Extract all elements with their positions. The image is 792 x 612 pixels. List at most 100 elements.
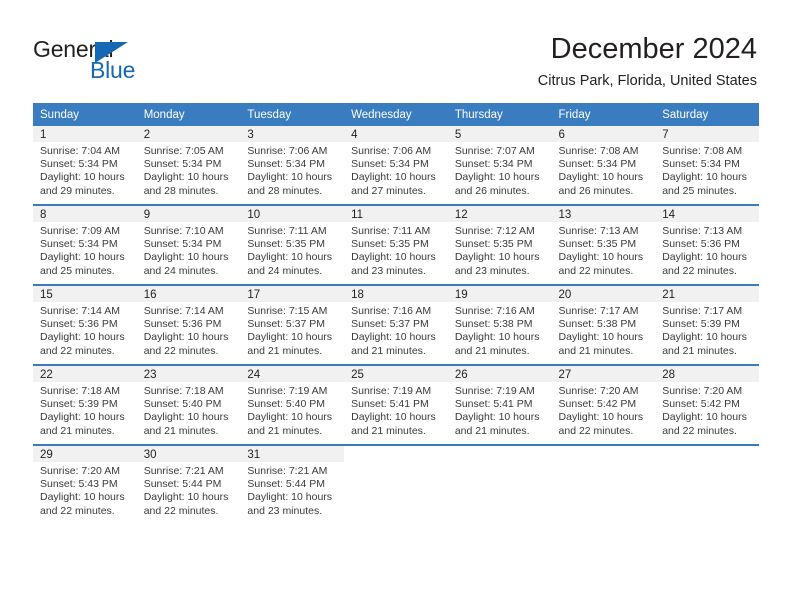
calendar-day-cell[interactable]: 17 Sunrise: 7:15 AM Sunset: 5:37 PM Dayligh…	[240, 284, 345, 365]
daylight-text: Daylight: 10 hours and 28 minutes.	[143, 171, 229, 197]
day-cell-inner: 24 Sunrise: 7:19 AM Sunset: 5:40 PM Dayligh…	[240, 366, 345, 444]
day-number: 12	[447, 206, 552, 222]
calendar-day-cell[interactable]: 4 Sunrise: 7:06 AM Sunset: 5:34 PM Daylight…	[344, 126, 448, 205]
sunset-text: Sunset: 5:39 PM	[662, 318, 740, 331]
day-cell-details: Sunrise: 7:11 AM Sunset: 5:35 PM Daylight:…	[344, 222, 448, 278]
calendar-day-cell[interactable]: 30 Sunrise: 7:21 AM Sunset: 5:44 PM Dayligh…	[136, 444, 241, 524]
calendar-day-cell[interactable]: 2 Sunrise: 7:05 AM Sunset: 5:34 PM Daylight…	[136, 126, 241, 205]
calendar-day-cell[interactable]: 19 Sunrise: 7:16 AM Sunset: 5:38 PM Dayligh…	[447, 284, 552, 365]
logo-text-blue: Blue	[90, 57, 136, 83]
calendar-day-cell[interactable]: 5 Sunrise: 7:07 AM Sunset: 5:34 PM Daylight…	[447, 126, 552, 205]
sunrise-text: Sunrise: 7:18 AM	[40, 385, 120, 397]
calendar-day-cell[interactable]: 23 Sunrise: 7:18 AM Sunset: 5:40 PM Dayligh…	[136, 364, 241, 445]
calendar-day-cell[interactable]: 15 Sunrise: 7:14 AM Sunset: 5:36 PM Dayligh…	[33, 284, 137, 365]
calendar-day-cell[interactable]: 11 Sunrise: 7:11 AM Sunset: 5:35 PM Dayligh…	[344, 204, 448, 285]
day-cell-inner: 20 Sunrise: 7:17 AM Sunset: 5:38 PM Dayligh…	[551, 286, 656, 364]
calendar-week-row: 29 Sunrise: 7:20 AM Sunset: 5:43 PM Dayligh…	[33, 444, 759, 524]
day-number: 30	[136, 446, 241, 462]
daylight-text: Daylight: 10 hours and 23 minutes.	[454, 251, 540, 277]
sunset-text: Sunset: 5:34 PM	[351, 158, 429, 171]
sunrise-text: Sunrise: 7:14 AM	[40, 305, 120, 317]
daylight-text: Daylight: 10 hours and 21 minutes.	[143, 411, 229, 437]
sunrise-text: Sunrise: 7:17 AM	[662, 305, 743, 317]
day-cell-inner: 18 Sunrise: 7:16 AM Sunset: 5:37 PM Dayligh…	[344, 286, 448, 364]
calendar-day-cell[interactable]: 16 Sunrise: 7:14 AM Sunset: 5:36 PM Dayligh…	[136, 284, 241, 365]
daylight-text: Daylight: 10 hours and 28 minutes.	[247, 171, 333, 197]
sunset-text: Sunset: 5:38 PM	[558, 318, 637, 331]
calendar-day-cell[interactable]: 26 Sunrise: 7:19 AM Sunset: 5:41 PM Dayligh…	[447, 364, 552, 445]
day-number: 31	[240, 446, 345, 462]
day-number: 26	[447, 366, 552, 382]
calendar-header-row: Sunday Monday Tuesday Wednesday Thursday…	[33, 103, 759, 126]
day-number: 9	[136, 206, 241, 222]
calendar-day-cell[interactable]: 25 Sunrise: 7:19 AM Sunset: 5:41 PM Dayligh…	[344, 364, 448, 445]
daylight-text: Daylight: 10 hours and 29 minutes.	[40, 171, 125, 197]
calendar-day-cell[interactable]: 21 Sunrise: 7:17 AM Sunset: 5:39 PM Dayligh…	[655, 284, 759, 365]
day-number: 7	[655, 126, 759, 142]
weekday-header-saturday: Saturday	[655, 103, 759, 126]
general-blue-logo[interactable]: General Blue	[33, 36, 163, 88]
calendar-day-cell[interactable]: 28 Sunrise: 7:20 AM Sunset: 5:42 PM Dayligh…	[655, 364, 759, 445]
daylight-text: Daylight: 10 hours and 23 minutes.	[351, 251, 436, 277]
day-cell-inner: 8 Sunrise: 7:09 AM Sunset: 5:34 PM Daylight…	[33, 206, 137, 284]
calendar-empty-cell	[447, 444, 552, 524]
day-cell-details: Sunrise: 7:21 AM Sunset: 5:44 PM Daylight:…	[240, 462, 344, 518]
day-cell-inner: 16 Sunrise: 7:14 AM Sunset: 5:36 PM Dayligh…	[136, 286, 241, 364]
day-cell-details: Sunrise: 7:11 AM Sunset: 5:35 PM Daylight:…	[240, 222, 344, 278]
day-number	[344, 446, 448, 462]
day-cell-inner: 3 Sunrise: 7:06 AM Sunset: 5:34 PM Daylight…	[240, 126, 345, 204]
day-cell-details: Sunrise: 7:19 AM Sunset: 5:40 PM Daylight:…	[240, 382, 344, 438]
calendar-day-cell[interactable]: 31 Sunrise: 7:21 AM Sunset: 5:44 PM Dayligh…	[240, 444, 345, 524]
weekday-header-wednesday: Wednesday	[344, 103, 448, 126]
calendar-day-cell[interactable]: 3 Sunrise: 7:06 AM Sunset: 5:34 PM Daylight…	[240, 126, 345, 205]
day-number: 17	[240, 286, 345, 302]
day-cell-details: Sunrise: 7:04 AM Sunset: 5:34 PM Daylight:…	[33, 142, 137, 198]
sunrise-text: Sunrise: 7:12 AM	[454, 225, 535, 237]
calendar-day-cell[interactable]: 10 Sunrise: 7:11 AM Sunset: 5:35 PM Dayligh…	[240, 204, 345, 285]
sunrise-text: Sunrise: 7:10 AM	[143, 225, 224, 237]
day-cell-inner: 26 Sunrise: 7:19 AM Sunset: 5:41 PM Dayligh…	[447, 366, 552, 444]
calendar-day-cell[interactable]: 1 Sunrise: 7:04 AM Sunset: 5:34 PM Daylight…	[33, 126, 137, 205]
calendar-day-cell[interactable]: 9 Sunrise: 7:10 AM Sunset: 5:34 PM Daylight…	[136, 204, 241, 285]
sunset-text: Sunset: 5:34 PM	[247, 158, 326, 171]
daylight-text: Daylight: 10 hours and 22 minutes.	[143, 331, 229, 357]
day-number: 23	[136, 366, 241, 382]
weekday-header-thursday: Thursday	[447, 103, 552, 126]
sunset-text: Sunset: 5:34 PM	[40, 238, 118, 251]
page-title: December 2024	[550, 33, 757, 65]
calendar-day-cell[interactable]: 13 Sunrise: 7:13 AM Sunset: 5:35 PM Dayligh…	[551, 204, 656, 285]
daylight-text: Daylight: 10 hours and 21 minutes.	[454, 331, 540, 357]
day-cell-inner: 14 Sunrise: 7:13 AM Sunset: 5:36 PM Dayligh…	[655, 206, 759, 284]
day-number: 6	[551, 126, 656, 142]
daylight-text: Daylight: 10 hours and 21 minutes.	[454, 411, 540, 437]
day-cell-details: Sunrise: 7:17 AM Sunset: 5:38 PM Daylight:…	[552, 302, 656, 358]
calendar-day-cell[interactable]: 14 Sunrise: 7:13 AM Sunset: 5:36 PM Dayligh…	[655, 204, 759, 285]
day-cell-inner: 25 Sunrise: 7:19 AM Sunset: 5:41 PM Dayligh…	[344, 366, 448, 444]
calendar-day-cell[interactable]: 6 Sunrise: 7:08 AM Sunset: 5:34 PM Daylight…	[551, 126, 656, 205]
sunrise-text: Sunrise: 7:04 AM	[40, 145, 120, 157]
sunset-text: Sunset: 5:34 PM	[558, 158, 637, 171]
calendar-week-row: 1 Sunrise: 7:04 AM Sunset: 5:34 PM Daylight…	[33, 126, 759, 205]
calendar-day-cell[interactable]: 7 Sunrise: 7:08 AM Sunset: 5:34 PM Daylight…	[655, 126, 759, 205]
day-cell-inner: 4 Sunrise: 7:06 AM Sunset: 5:34 PM Daylight…	[344, 126, 448, 204]
calendar-day-cell[interactable]: 27 Sunrise: 7:20 AM Sunset: 5:42 PM Dayligh…	[551, 364, 656, 445]
daylight-text: Daylight: 10 hours and 21 minutes.	[662, 331, 747, 357]
calendar-day-cell[interactable]: 12 Sunrise: 7:12 AM Sunset: 5:35 PM Dayligh…	[447, 204, 552, 285]
calendar-day-cell[interactable]: 22 Sunrise: 7:18 AM Sunset: 5:39 PM Dayligh…	[33, 364, 137, 445]
location-subtitle: Citrus Park, Florida, United States	[537, 73, 757, 89]
daylight-text: Daylight: 10 hours and 22 minutes.	[662, 251, 747, 277]
calendar-day-cell[interactable]: 29 Sunrise: 7:20 AM Sunset: 5:43 PM Dayligh…	[33, 444, 137, 524]
calendar-day-cell[interactable]: 24 Sunrise: 7:19 AM Sunset: 5:40 PM Dayligh…	[240, 364, 345, 445]
day-cell-inner	[551, 446, 656, 524]
sunset-text: Sunset: 5:36 PM	[143, 318, 222, 331]
calendar-day-cell[interactable]: 8 Sunrise: 7:09 AM Sunset: 5:34 PM Daylight…	[33, 204, 137, 285]
day-cell-details: Sunrise: 7:17 AM Sunset: 5:39 PM Daylight:…	[655, 302, 759, 358]
calendar-day-cell[interactable]: 18 Sunrise: 7:16 AM Sunset: 5:37 PM Dayligh…	[344, 284, 448, 365]
day-number: 29	[33, 446, 137, 462]
sunrise-text: Sunrise: 7:11 AM	[351, 225, 431, 237]
day-cell-details	[552, 462, 656, 465]
sunset-text: Sunset: 5:34 PM	[143, 158, 222, 171]
calendar-day-cell[interactable]: 20 Sunrise: 7:17 AM Sunset: 5:38 PM Dayligh…	[551, 284, 656, 365]
day-number: 11	[344, 206, 448, 222]
calendar-empty-cell	[344, 444, 448, 524]
